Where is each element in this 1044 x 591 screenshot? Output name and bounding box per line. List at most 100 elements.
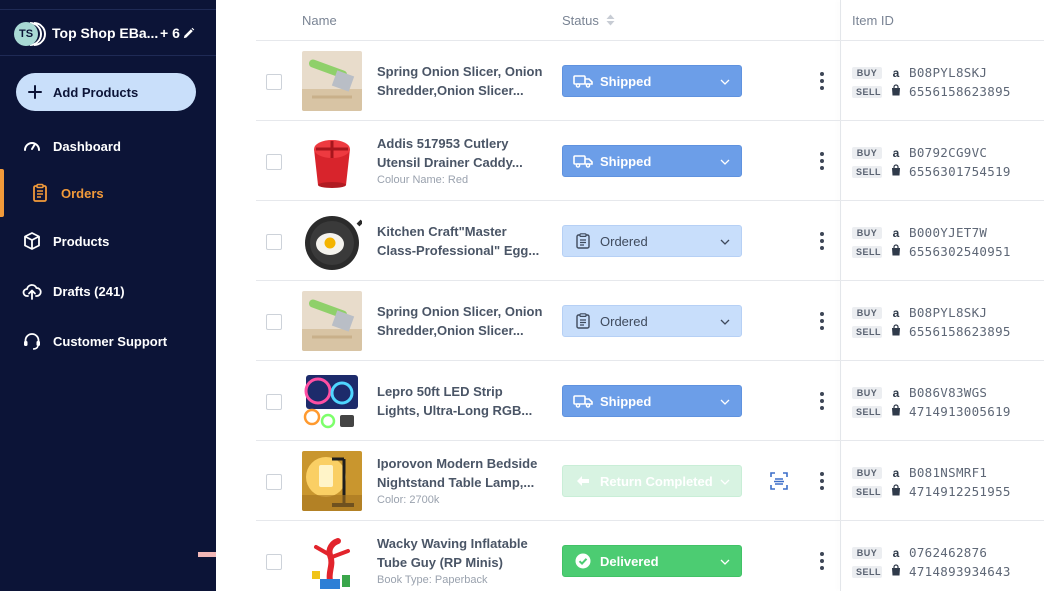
tube-guy-image (302, 531, 362, 591)
status-dropdown[interactable]: Return Completed (562, 465, 742, 497)
avatar: TS (14, 22, 38, 46)
add-products-button[interactable]: Add Products (16, 73, 196, 111)
product-attribute: Color: 2700k (377, 494, 440, 506)
status-label: Ordered (600, 313, 648, 329)
buy-item-id[interactable]: B0792CG9VC (909, 145, 987, 160)
pencil-icon[interactable] (182, 27, 195, 40)
led-strip-image (302, 371, 362, 431)
sell-item-id[interactable]: 4714912251955 (909, 484, 1011, 499)
buy-item-id[interactable]: B000YJET7W (909, 225, 987, 240)
cutlery-caddy-image (302, 131, 362, 191)
row-checkbox[interactable] (266, 314, 282, 330)
sidebar-item-orders[interactable]: Orders (0, 169, 216, 217)
column-header-name[interactable]: Name (302, 0, 337, 40)
scan-icon[interactable] (770, 472, 788, 490)
amazon-icon: a (892, 225, 900, 240)
add-products-label: Add Products (53, 84, 139, 100)
product-name-line-2: Lights, Ultra-Long RGB... (377, 403, 533, 418)
store-switcher[interactable]: TS Top Shop EBa... + 6 (0, 9, 216, 56)
row-checkbox[interactable] (266, 234, 282, 250)
status-label: Shipped (600, 73, 652, 89)
status-dropdown[interactable]: Shipped (562, 65, 742, 97)
more-options-icon[interactable] (813, 231, 831, 251)
more-options-icon[interactable] (813, 391, 831, 411)
row-checkbox[interactable] (266, 554, 282, 570)
item-ids: BUY a B0792CG9VC SELL 6556301754519 (852, 143, 1044, 181)
product-name[interactable]: Addis 517953 Cutlery Utensil Drainer Cad… (377, 134, 549, 172)
status-dropdown[interactable]: Delivered (562, 545, 742, 577)
chevron-down-icon (720, 239, 730, 245)
buy-item-id[interactable]: 0762462876 (909, 545, 987, 560)
table-row[interactable]: Spring Onion Slicer, Onion Shredder,Onio… (256, 280, 1044, 360)
more-options-icon[interactable] (813, 551, 831, 571)
status-dropdown[interactable]: Shipped (562, 385, 742, 417)
table-row[interactable]: Lepro 50ft LED Strip Lights, Ultra-Long … (256, 360, 1044, 440)
buy-tag: BUY (852, 226, 882, 239)
item-ids: BUY a B000YJET7W SELL 6556302540951 (852, 223, 1044, 261)
product-name[interactable]: Spring Onion Slicer, Onion Shredder,Onio… (377, 62, 549, 100)
table-row[interactable]: Addis 517953 Cutlery Utensil Drainer Cad… (256, 120, 1044, 200)
item-ids: BUY a B08PYL8SKJ SELL 6556158623895 (852, 303, 1044, 341)
table-row[interactable]: Spring Onion Slicer, Onion Shredder,Onio… (256, 40, 1044, 120)
row-checkbox[interactable] (266, 394, 282, 410)
sell-item-id[interactable]: 4714893934643 (909, 564, 1011, 579)
table-row[interactable]: Wacky Waving Inflatable Tube Guy (RP Min… (256, 520, 1044, 591)
clipboard-list-icon (572, 313, 594, 329)
sidebar-item-label: Products (53, 233, 110, 249)
product-name-line-2: Nightstand Table Lamp,... (377, 475, 535, 490)
clipboard-list-icon (572, 233, 594, 249)
product-attribute: Colour Name: Red (377, 174, 469, 186)
status-dropdown[interactable]: Ordered (562, 305, 742, 337)
column-header-status[interactable]: Status (562, 0, 615, 40)
cloud-upload-icon (22, 281, 42, 301)
table-row[interactable]: Iporovon Modern Bedside Nightstand Table… (256, 440, 1044, 520)
buy-item-id[interactable]: B08PYL8SKJ (909, 305, 987, 320)
check-circle-icon (572, 553, 594, 569)
buy-item-id[interactable]: B086V83WGS (909, 385, 987, 400)
more-options-icon[interactable] (813, 471, 831, 491)
sell-item-id[interactable]: 6556158623895 (909, 324, 1011, 339)
store-name: Top Shop EBa... (52, 25, 159, 41)
sidebar-item-drafts[interactable]: Drafts (241) (0, 271, 216, 311)
shopify-bag-icon (888, 564, 904, 579)
chevron-down-icon (720, 79, 730, 85)
buy-item-id[interactable]: B081NSMRF1 (909, 465, 987, 480)
amazon-icon: a (892, 465, 900, 480)
shopify-bag-icon (888, 84, 904, 99)
sell-item-id[interactable]: 6556301754519 (909, 164, 1011, 179)
item-ids: BUY a B08PYL8SKJ SELL 6556158623895 (852, 63, 1044, 101)
chevron-down-icon (720, 319, 730, 325)
buy-tag: BUY (852, 386, 882, 399)
column-header-item-id[interactable]: Item ID (852, 0, 894, 40)
more-options-icon[interactable] (813, 71, 831, 91)
sell-item-id[interactable]: 6556302540951 (909, 244, 1011, 259)
status-dropdown[interactable]: Ordered (562, 225, 742, 257)
row-checkbox[interactable] (266, 154, 282, 170)
product-name[interactable]: Spring Onion Slicer, Onion Shredder,Onio… (377, 302, 549, 340)
sell-item-id[interactable]: 6556158623895 (909, 84, 1011, 99)
product-name[interactable]: Iporovon Modern Bedside Nightstand Table… (377, 454, 549, 492)
sidebar-item-dashboard[interactable]: Dashboard (0, 126, 216, 166)
sidebar-item-customer-support[interactable]: Customer Support (0, 321, 216, 361)
clipboard-icon (30, 183, 50, 203)
product-name-line-1: Spring Onion Slicer, Onion (377, 64, 543, 79)
sidebar-item-products[interactable]: Products (0, 221, 216, 261)
status-dropdown[interactable]: Shipped (562, 145, 742, 177)
product-name[interactable]: Kitchen Craft"Master Class-Professional"… (377, 222, 549, 260)
box-icon (22, 231, 42, 251)
chevron-down-icon (720, 159, 730, 165)
sort-icon[interactable] (606, 14, 615, 26)
sell-item-id[interactable]: 4714913005619 (909, 404, 1011, 419)
sell-tag: SELL (852, 165, 882, 178)
product-name[interactable]: Wacky Waving Inflatable Tube Guy (RP Min… (377, 534, 549, 572)
more-options-icon[interactable] (813, 311, 831, 331)
item-ids: BUY a B086V83WGS SELL 4714913005619 (852, 383, 1044, 421)
more-options-icon[interactable] (813, 151, 831, 171)
row-checkbox[interactable] (266, 474, 282, 490)
buy-item-id[interactable]: B08PYL8SKJ (909, 65, 987, 80)
status-label: Ordered (600, 233, 648, 249)
sell-tag: SELL (852, 405, 882, 418)
table-row[interactable]: Kitchen Craft"Master Class-Professional"… (256, 200, 1044, 280)
product-name[interactable]: Lepro 50ft LED Strip Lights, Ultra-Long … (377, 382, 549, 420)
row-checkbox[interactable] (266, 74, 282, 90)
